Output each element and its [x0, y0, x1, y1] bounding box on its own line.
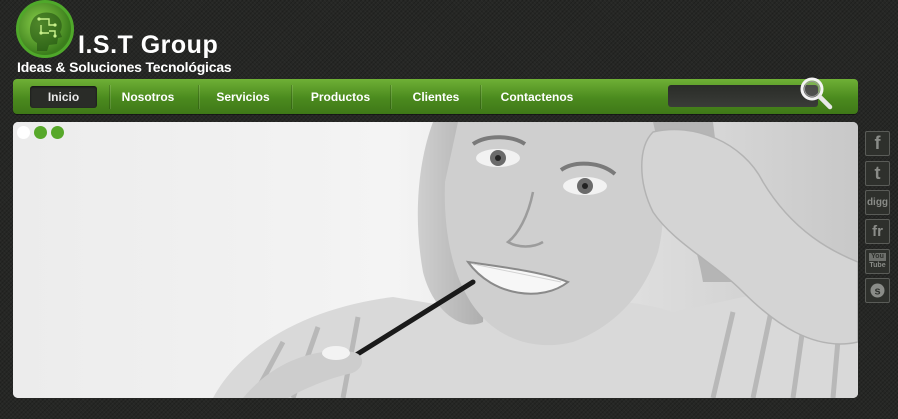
- hero-slider[interactable]: [13, 122, 858, 398]
- nav-divider: [109, 85, 110, 109]
- skype-icon[interactable]: s: [865, 278, 890, 303]
- search-icon[interactable]: [798, 75, 834, 111]
- digg-icon[interactable]: digg: [865, 190, 890, 215]
- nav-divider: [198, 85, 199, 109]
- brand-subtitle: Ideas & Soluciones Tecnológicas: [17, 59, 232, 75]
- nav-item-nosotros[interactable]: Nosotros: [113, 86, 183, 108]
- search-input[interactable]: [668, 85, 818, 107]
- slider-dot-2[interactable]: [34, 126, 47, 139]
- nav-item-productos[interactable]: Productos: [303, 86, 378, 108]
- youtube-icon[interactable]: You Tube: [865, 249, 890, 274]
- slider-dot-3[interactable]: [51, 126, 64, 139]
- nav-item-servicios[interactable]: Servicios: [208, 86, 278, 108]
- slider-dot-1[interactable]: [17, 126, 30, 139]
- nav-divider: [390, 85, 391, 109]
- head-circuit-icon: [16, 0, 74, 58]
- nav-divider: [291, 85, 292, 109]
- nav-item-clientes[interactable]: Clientes: [401, 86, 471, 108]
- brand-title: I.S.T Group: [78, 31, 219, 59]
- twitter-icon[interactable]: t: [865, 161, 890, 186]
- main-navigation: Inicio Nosotros Servicios Productos Clie…: [13, 77, 858, 114]
- facebook-icon[interactable]: f: [865, 131, 890, 156]
- site-logo[interactable]: I.S.T Group Ideas & Soluciones Tecnológi…: [14, 0, 254, 78]
- nav-divider: [480, 85, 481, 109]
- friendfeed-icon[interactable]: fr: [865, 219, 890, 244]
- svg-text:s: s: [874, 286, 880, 298]
- nav-item-contactenos[interactable]: Contactenos: [493, 86, 581, 108]
- nav-item-inicio[interactable]: Inicio: [30, 86, 97, 108]
- hero-image: [13, 122, 858, 398]
